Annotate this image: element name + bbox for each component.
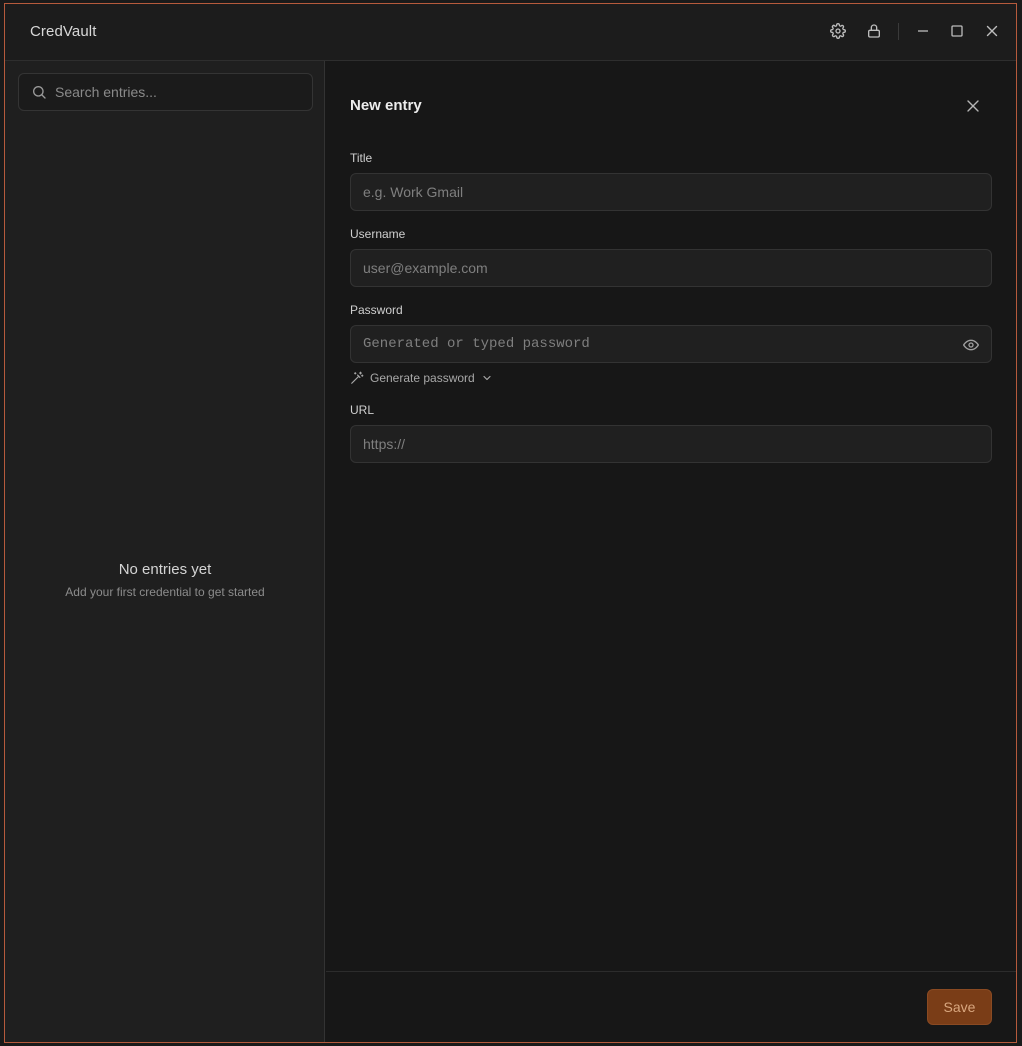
titlebar-separator — [898, 23, 899, 40]
password-label: Password — [350, 303, 403, 317]
search-input[interactable] — [55, 74, 305, 110]
maximize-icon — [951, 25, 963, 37]
title-input[interactable] — [363, 174, 953, 210]
empty-state: No entries yet Add your first credential… — [5, 561, 325, 599]
generate-password-label: Generate password — [370, 371, 475, 385]
title-field — [350, 173, 992, 211]
wand-icon — [351, 371, 364, 384]
url-field — [350, 425, 992, 463]
save-button[interactable]: Save — [927, 989, 992, 1025]
username-input[interactable] — [363, 250, 953, 286]
username-field — [350, 249, 992, 287]
empty-title: No entries yet — [118, 561, 212, 578]
url-input[interactable] — [363, 426, 953, 462]
sidebar: No entries yet Add your first credential… — [5, 61, 325, 1042]
url-label: URL — [350, 403, 375, 417]
toggle-password-visibility[interactable] — [962, 336, 980, 354]
lock-icon — [868, 24, 880, 38]
panel-footer: Save — [326, 971, 1016, 1042]
panel-close-button[interactable] — [964, 97, 982, 115]
window-close-button[interactable] — [982, 21, 1002, 41]
empty-subtitle: Add your first credential to get started — [65, 585, 265, 599]
panel-title: New entry — [350, 97, 422, 114]
app-window: CredVault Search entries... No entries y… — [4, 3, 1017, 1043]
search-icon — [31, 84, 47, 100]
minimize-icon — [918, 30, 928, 32]
password-field — [350, 325, 992, 363]
app-title: CredVault — [30, 23, 97, 40]
title-label: Title — [350, 151, 373, 165]
close-icon — [986, 25, 998, 37]
title-bar: CredVault — [5, 4, 1016, 61]
generate-password-button[interactable]: Generate password — [350, 369, 493, 387]
chevron-down-icon — [483, 375, 491, 381]
password-input[interactable] — [363, 326, 953, 362]
close-icon — [967, 100, 979, 112]
settings-button[interactable] — [828, 21, 848, 41]
gear-icon — [830, 23, 846, 39]
maximize-button[interactable] — [947, 21, 967, 41]
lock-button[interactable] — [864, 21, 884, 41]
search-box — [18, 73, 313, 111]
username-label: Username — [350, 227, 406, 241]
entry-panel: New entry Title Username Password — [326, 61, 1016, 1042]
minimize-button[interactable] — [913, 21, 933, 41]
eye-icon — [963, 339, 979, 351]
